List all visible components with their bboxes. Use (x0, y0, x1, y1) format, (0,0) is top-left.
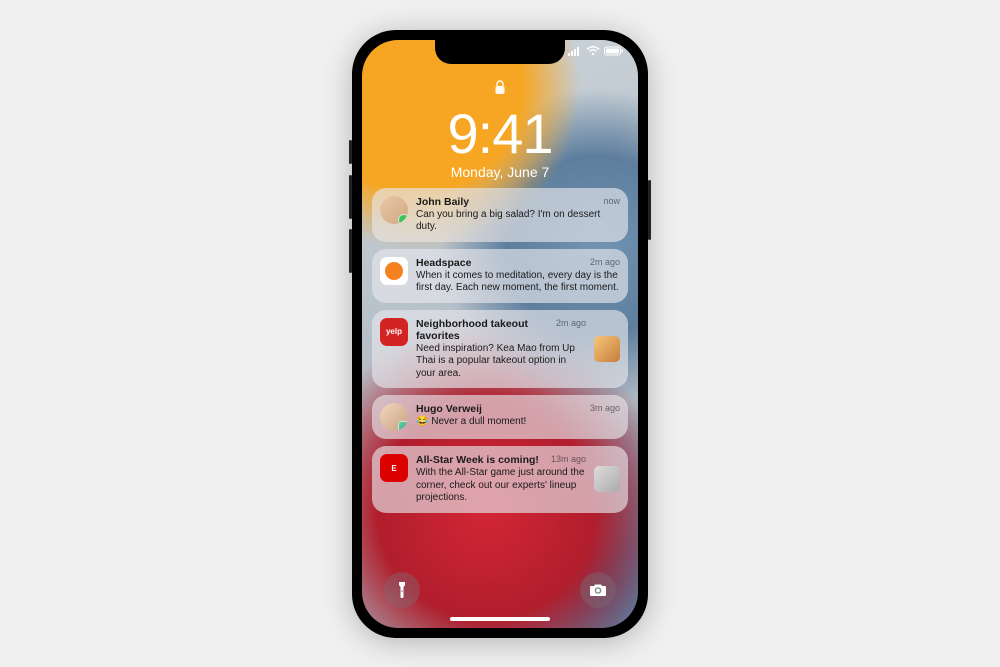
notification-item[interactable]: John Baily now Can you bring a big salad… (372, 188, 628, 242)
notification-time: 2m ago (590, 257, 620, 269)
notification-body: With the All-Star game just around the c… (416, 467, 586, 505)
flashlight-icon (395, 581, 409, 599)
notification-item[interactable]: yelp Neighborhood takeout favorites 2m a… (372, 310, 628, 389)
notification-item[interactable]: Hugo Verweij 3m ago 😂 Never a dull momen… (372, 395, 628, 439)
status-bar (568, 46, 624, 59)
notification-title: All-Star Week is coming! (416, 454, 539, 466)
findmy-badge-icon (398, 421, 408, 431)
notification-body: Can you bring a big salad? I'm on desser… (416, 209, 620, 234)
yelp-app-icon: yelp (380, 318, 408, 346)
contact-avatar-icon (380, 196, 408, 224)
headspace-app-icon (380, 257, 408, 285)
notification-item[interactable]: E All-Star Week is coming! 13m ago With … (372, 446, 628, 513)
camera-icon (589, 583, 607, 597)
cellular-signal-icon (568, 46, 582, 59)
lock-icon (362, 80, 638, 99)
flashlight-button[interactable] (384, 572, 420, 608)
notification-thumbnail (594, 466, 620, 492)
notification-thumbnail (594, 336, 620, 362)
notification-time: 13m ago (551, 454, 586, 466)
notch (435, 40, 565, 64)
notification-time: now (603, 196, 620, 208)
lock-screen[interactable]: 9:41 Monday, June 7 John Baily now Can y… (362, 40, 638, 628)
espn-app-icon: E (380, 454, 408, 482)
wifi-icon (586, 46, 600, 59)
notification-body: When it comes to meditation, every day i… (416, 270, 620, 295)
battery-icon (604, 46, 624, 59)
notification-list: John Baily now Can you bring a big salad… (372, 188, 628, 513)
notification-title: Headspace (416, 257, 471, 269)
notification-item[interactable]: Headspace 2m ago When it comes to medita… (372, 249, 628, 303)
contact-avatar-icon (380, 403, 408, 431)
messages-badge-icon (398, 214, 408, 224)
notification-title: John Baily (416, 196, 469, 208)
notification-body: Need inspiration? Kea Mao from Up Thai i… (416, 343, 586, 381)
lock-date: Monday, June 7 (362, 164, 638, 180)
notification-body: 😂 Never a dull moment! (416, 416, 620, 429)
notification-title: Neighborhood takeout favorites (416, 318, 550, 342)
home-indicator[interactable] (450, 617, 550, 621)
notification-time: 3m ago (590, 403, 620, 415)
notification-title: Hugo Verweij (416, 403, 482, 415)
lock-screen-dock (362, 572, 638, 608)
notification-time: 2m ago (556, 318, 586, 342)
phone-frame: 9:41 Monday, June 7 John Baily now Can y… (352, 30, 648, 638)
camera-button[interactable] (580, 572, 616, 608)
lock-time: 9:41 (362, 101, 638, 166)
